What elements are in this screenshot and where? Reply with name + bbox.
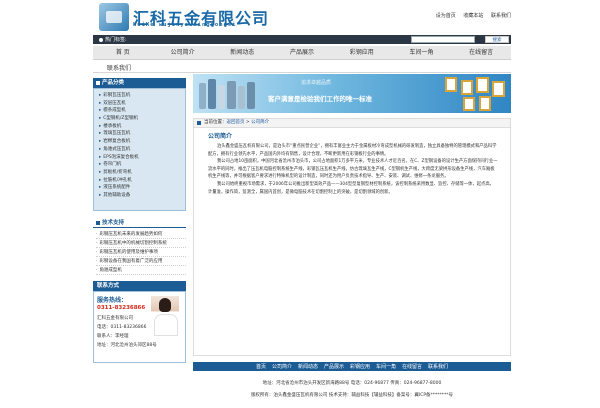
footer-link-about[interactable]: 公司简介 bbox=[272, 363, 292, 370]
product-can-image bbox=[208, 79, 216, 109]
breadcrumb-current: 公司简介 bbox=[251, 120, 270, 125]
nav-home[interactable]: 首 页 bbox=[93, 46, 153, 59]
product-category-heading: 产品分类 bbox=[93, 78, 186, 88]
banner-tagline: 追求卓越品质 bbox=[301, 80, 332, 86]
tech-support-list: 彩钢压瓦机未来的发展趋势如何 彩钢压瓦机中的机械切割控制系统 彩钢压瓦机的使用及… bbox=[93, 228, 186, 275]
footer-nav: 首页 公司简介 新闻动态 产品展示 彩钢应用 车间一角 在线留言 联系我们 bbox=[193, 362, 511, 371]
main-content: 公司简介 泊头鑫金盛压瓦机有限公司，是泊头市“重点民营企业”，拥有丰富业主力于金… bbox=[193, 128, 511, 356]
footer-link-guestbook[interactable]: 在线留言 bbox=[402, 363, 422, 370]
banner-slogan: 客户满意是检验我们工作的唯一标准 bbox=[268, 95, 372, 103]
category-item[interactable]: 其他辅助设备 bbox=[99, 192, 182, 200]
category-item[interactable]: 檩条成型机 bbox=[99, 107, 182, 115]
breadcrumb: 当前位置：返回首页 > 公司简介 bbox=[193, 118, 511, 128]
contact-heading: 联系方式 bbox=[93, 281, 186, 291]
search-input[interactable] bbox=[411, 36, 475, 43]
category-item[interactable]: 琉璃瓦压瓦机 bbox=[99, 130, 182, 138]
footer-link-products[interactable]: 产品展示 bbox=[324, 363, 344, 370]
category-item[interactable]: 卷帘门机 bbox=[99, 161, 182, 169]
tech-article-link[interactable]: 彩钢压瓦机的使用及维护事项 bbox=[96, 248, 186, 257]
nav-products[interactable]: 产品展示 bbox=[272, 46, 332, 59]
product-frame-image bbox=[445, 77, 457, 92]
banner: 追求卓越品质 客户满意是检验我们工作的唯一标准 bbox=[193, 74, 511, 113]
intro-paragraph: 我公司占地10亩面积，中国河北省沧州市泊头市，公司占地面积1万多平方米，专业技术… bbox=[208, 159, 498, 180]
bookmark-link[interactable]: 收藏本站 bbox=[463, 13, 483, 19]
set-homepage-link[interactable]: 设为首页 bbox=[436, 13, 456, 19]
breadcrumb-home-link[interactable]: 返回首页 bbox=[227, 120, 245, 125]
hot-tags-label: 热门标签: bbox=[105, 37, 127, 43]
footer-link-contact[interactable]: 联系我们 bbox=[428, 363, 448, 370]
category-item[interactable]: 液压系统配件 bbox=[99, 184, 182, 192]
site-header: 汇科五金有限公司 HuiKe wujinyouxinggongsi 设为首页 收… bbox=[93, 0, 511, 35]
company-subtitle: HuiKe wujinyouxinggongsi bbox=[133, 22, 237, 28]
category-item[interactable]: C型钢机/Z型钢机 bbox=[99, 115, 182, 123]
category-item[interactable]: 岩棉复合板机 bbox=[99, 138, 182, 146]
product-category-list: 彩钢瓦压瓦机 双层压瓦机 檩条成型机 C型钢机/Z型钢机 楼承板机 琉璃瓦压瓦机… bbox=[93, 88, 186, 211]
nav-about[interactable]: 公司简介 bbox=[153, 46, 213, 59]
product-frame-image bbox=[479, 96, 491, 111]
product-frame-image bbox=[461, 80, 473, 95]
search-bar: 热门标签: 搜索 bbox=[93, 35, 511, 44]
tech-article-link[interactable]: 彩钢压瓦机未来的发展趋势如何 bbox=[96, 230, 186, 239]
category-item[interactable]: 拉筋机/冲孔机 bbox=[99, 177, 182, 185]
category-item[interactable]: 双层压瓦机 bbox=[99, 100, 182, 108]
footer-link-news[interactable]: 新闻动态 bbox=[298, 363, 318, 370]
product-can-image bbox=[247, 82, 255, 109]
logo-icon bbox=[99, 3, 129, 31]
tech-support-heading: 技术支持 bbox=[93, 218, 186, 228]
tag-icon bbox=[99, 37, 103, 42]
category-item[interactable]: EPS泡沫复合板机 bbox=[99, 154, 182, 162]
footer-link-applications[interactable]: 彩钢应用 bbox=[350, 363, 370, 370]
nav-applications[interactable]: 彩钢应用 bbox=[332, 46, 392, 59]
tech-article-link[interactable]: 角驰成型机 bbox=[96, 266, 186, 275]
nav-contact[interactable]: 联系我们 bbox=[107, 63, 131, 72]
tech-article-link[interactable]: 彩钢压瓦机中的机械切割控制系统 bbox=[96, 239, 186, 248]
category-item[interactable]: 角驰式压瓦机 bbox=[99, 146, 182, 154]
category-item[interactable]: 彩钢瓦压瓦机 bbox=[99, 92, 182, 100]
footer-address: 地址：河北省沧州市泊头开发区新海路88号 电话：024-96877 传真：024… bbox=[262, 381, 442, 386]
nav-news[interactable]: 新闻动态 bbox=[212, 46, 272, 59]
product-frame-image bbox=[492, 81, 505, 97]
product-frame-image bbox=[463, 97, 475, 111]
customer-service-photo bbox=[151, 296, 179, 336]
product-can-image bbox=[199, 83, 206, 109]
category-item[interactable]: 剪板机/折弯机 bbox=[99, 169, 182, 177]
category-item[interactable]: 楼承板机 bbox=[99, 123, 182, 131]
search-icon bbox=[476, 37, 479, 40]
nav-guestbook[interactable]: 在线留言 bbox=[451, 46, 511, 59]
breadcrumb-prefix: 当前位置： bbox=[204, 120, 227, 125]
hot-tags: 热门标签: bbox=[99, 36, 127, 43]
tech-article-link[interactable]: 彩钢设备在我国有着广泛的应用 bbox=[96, 257, 186, 266]
top-links: 设为首页 收藏本站 联系我们 bbox=[430, 12, 511, 19]
nav-workshop[interactable]: 车间一角 bbox=[392, 46, 452, 59]
intro-paragraph: 泊头鑫金盛压瓦机有限公司，是泊头市“重点民营企业”，拥有丰富业主力于金属板材冷弯… bbox=[208, 144, 497, 157]
contact-address: 地址：河北沧州泊头郊区88号 bbox=[97, 343, 157, 348]
contact-box: 服务热线： 0311-83236866 汇科五金有限公司 电话：0311-832… bbox=[93, 291, 186, 363]
footer-link-home[interactable]: 首页 bbox=[256, 363, 266, 370]
contact-us-link[interactable]: 联系我们 bbox=[491, 13, 511, 19]
main-nav: 首 页 公司简介 新闻动态 产品展示 彩钢应用 车间一角 在线留言 bbox=[93, 46, 511, 60]
footer-copyright: 版权所有：泊头鑫金盛压瓦机有限公司 技术支持：辅益科技【辅益科技】备案号：冀IC… bbox=[250, 393, 454, 398]
search-button[interactable]: 搜索 bbox=[485, 36, 509, 43]
intro-paragraph: 我公司始终重视市场需求，于2006年公司推出新型高效产品——304型型复钢型材控… bbox=[208, 181, 494, 195]
sidebar: 产品分类 彩钢瓦压瓦机 双层压瓦机 檩条成型机 C型钢机/Z型钢机 楼承板机 琉… bbox=[93, 78, 186, 363]
sub-nav: 联系我们 bbox=[93, 60, 511, 73]
product-frame-image bbox=[476, 77, 489, 93]
product-can-image bbox=[218, 85, 225, 109]
product-can-image bbox=[227, 81, 236, 109]
page-title: 公司简介 bbox=[208, 133, 233, 140]
footer-link-workshop[interactable]: 车间一角 bbox=[376, 363, 396, 370]
product-can-image bbox=[238, 86, 245, 109]
